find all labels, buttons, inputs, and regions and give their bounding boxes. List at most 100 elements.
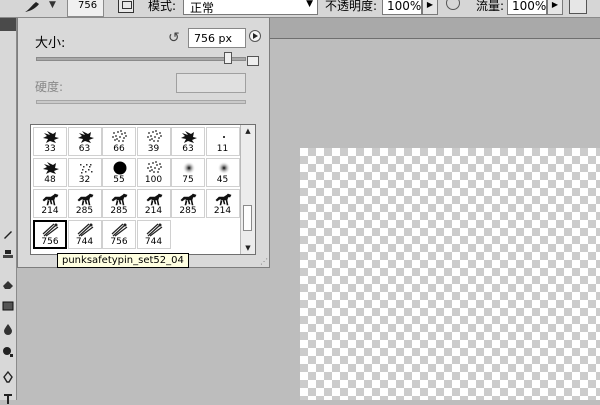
brush-preset-item[interactable]: 285 [171,189,205,218]
mode-select[interactable]: 正常 ▼ [183,0,318,15]
horse-brush-icon [42,193,59,206]
horse-brush-icon [215,193,231,206]
brush-tool-icon[interactable] [2,228,14,240]
brush-preset-size: 214 [213,206,232,216]
brush-preset-icon[interactable] [22,0,46,16]
stamp-tool-icon[interactable] [2,248,14,260]
opacity-field[interactable]: 100% [382,0,422,15]
brush-preset-item[interactable]: 55 [102,158,136,187]
brush-preset-size: 756 [41,237,59,247]
size-slider-thumb[interactable] [223,52,232,64]
safety-pin-brush-icon [111,223,128,237]
brush-preset-item[interactable]: 45 [205,158,240,187]
safety-pin-brush-icon [77,223,93,237]
scroll-up-icon[interactable]: ▲ [241,125,255,137]
new-preset-icon[interactable] [247,56,259,66]
brush-preset-item[interactable]: 756 [33,220,67,249]
gradient-tool-icon[interactable] [2,300,14,312]
horse-brush-icon [111,193,128,206]
airbrush-icon[interactable] [569,0,587,14]
pen-tool-icon[interactable] [2,371,14,383]
brush-preset-item[interactable]: 285 [102,189,136,218]
brush-preset-item[interactable]: 756 [102,220,136,249]
brush-preset-item[interactable]: 33 [33,127,67,156]
size-label: 大小: [35,36,66,51]
brush-preset-item[interactable]: 744 [67,220,102,249]
brush-preset-item[interactable]: 214 [136,189,171,218]
brush-preset-size: 63 [182,144,194,154]
soft-round-brush-icon [217,161,230,175]
chevron-down-icon[interactable]: ▼ [49,0,56,10]
brush-preset-item[interactable]: 100 [136,158,171,187]
brush-preset-item[interactable]: 744 [136,220,171,249]
flow-field[interactable]: 100% [507,0,547,15]
size-input[interactable]: 756 px [188,28,246,48]
soft-round-brush-icon [182,161,196,175]
flow-arrow-icon[interactable]: ▶ [547,0,563,15]
scroll-down-icon[interactable]: ▼ [241,242,255,254]
dodge-tool-icon[interactable] [2,346,14,358]
hardness-slider-track [36,100,246,104]
scatter-brush-icon [146,161,162,173]
scatter-brush-icon [146,130,162,142]
chevron-down-icon: ▼ [306,0,313,9]
brush-preset-size: 285 [179,206,197,216]
eraser-tool-icon[interactable] [2,278,14,290]
picker-menu-button[interactable] [249,30,261,42]
flow-label: 流量: [476,0,505,13]
scatter-brush-icon [112,130,127,142]
opacity-label: 不透明度: [325,0,378,13]
brush-preset-size: 48 [44,175,56,185]
brush-preset-size: 285 [75,206,94,216]
resize-grip-icon[interactable]: ⋰ [260,257,268,266]
safety-pin-brush-icon [42,223,59,237]
splatter-brush-icon [43,162,59,174]
preset-list-scrollbar[interactable]: ▲ ▼ [240,125,255,254]
brush-preset-size: 285 [110,206,128,216]
brush-preset-item[interactable]: 66 [102,127,136,156]
brush-preset-list: 33 63 66 39 63 11 48 32 55 100 75 45 214 285 285 214 285… [30,124,256,255]
safety-pin-brush-icon [146,223,162,237]
brush-preset-item[interactable]: 48 [33,158,67,187]
hard-round-brush-icon [113,161,127,175]
hardness-input [176,73,246,93]
toggle-brush-panel-button[interactable] [118,0,134,13]
brush-preset-item[interactable]: 214 [205,189,240,218]
mode-label: 模式: [148,0,177,13]
tools-panel-header[interactable] [0,18,16,31]
transparent-document-canvas[interactable] [300,148,600,400]
brush-preset-size: 66 [113,144,125,154]
brush-preset-item[interactable]: 39 [136,127,171,156]
blur-tool-icon[interactable] [2,323,14,335]
brush-preset-size: 63 [78,144,91,154]
brush-preset-item[interactable]: 214 [33,189,67,218]
horse-brush-icon [180,193,197,206]
size-value: 756 px [194,32,232,45]
type-tool-icon[interactable] [2,393,14,405]
horse-brush-icon [77,193,93,206]
brush-preset-size: 744 [144,237,163,247]
brush-preset-size: 55 [113,175,125,185]
splatter-brush-icon [43,131,59,143]
brush-preset-size: 45 [216,175,229,185]
opacity-value: 100% [387,0,422,13]
brush-preset-size: 33 [44,144,56,154]
brush-preset-item[interactable]: 63 [171,127,205,156]
size-slider-track[interactable] [36,57,246,61]
texture-brush-icon [79,164,92,174]
brush-preset-item[interactable]: 75 [171,158,205,187]
options-bar: ▼ 756 模式: 正常 ▼ 不透明度: 100% ▶ 流量: 100% ▶ [0,0,600,18]
brush-preset-item[interactable]: 11 [205,127,240,156]
brush-preset-size: 75 [182,175,194,185]
brush-preset-picker: 大小: ↺ 756 px 硬度: 33 63 66 39 63 11 48 32 55 100 75… [17,18,270,268]
reset-size-icon[interactable]: ↺ [168,30,180,46]
brush-preset-item[interactable]: 285 [67,189,102,218]
brush-size-box[interactable]: 756 [67,0,104,17]
scrollbar-thumb[interactable] [243,205,252,231]
brush-preset-item[interactable]: 32 [67,158,102,187]
opacity-pressure-icon[interactable] [446,0,460,10]
horse-brush-icon [146,193,162,206]
opacity-arrow-icon[interactable]: ▶ [422,0,438,15]
brush-preset-size: 39 [147,144,160,154]
brush-preset-item[interactable]: 63 [67,127,102,156]
